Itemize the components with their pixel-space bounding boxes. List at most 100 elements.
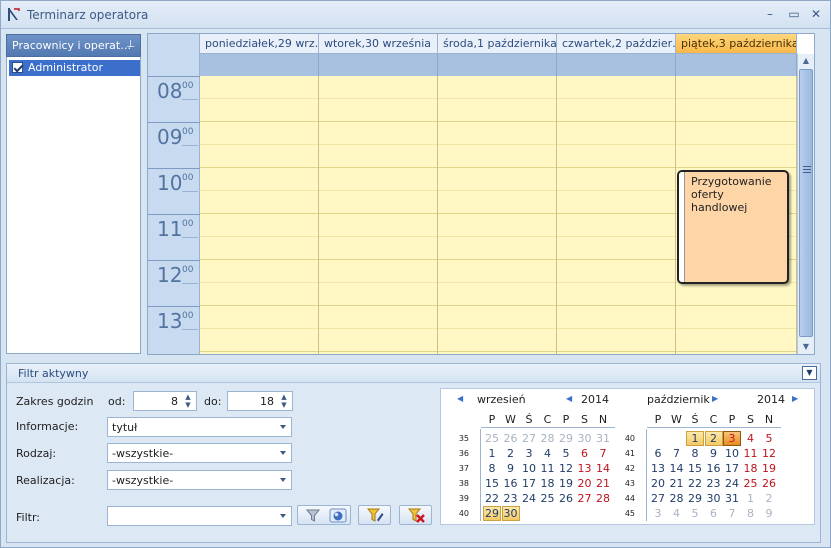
calendar-day[interactable]: 6 xyxy=(576,446,594,461)
time-slot[interactable] xyxy=(557,122,675,145)
calendar-day[interactable]: 3 xyxy=(520,446,538,461)
chevron-down-icon[interactable] xyxy=(280,514,286,518)
calendar-day[interactable]: 7 xyxy=(594,446,612,461)
time-slot[interactable] xyxy=(557,76,675,99)
time-slot[interactable] xyxy=(200,168,318,191)
time-slot[interactable] xyxy=(319,306,437,329)
time-slot[interactable] xyxy=(676,283,796,306)
time-slot[interactable] xyxy=(438,191,556,214)
type-select[interactable]: -wszystkie- xyxy=(107,443,292,463)
calendar-day[interactable]: 17 xyxy=(520,476,538,491)
close-icon[interactable]: ✕ xyxy=(807,6,825,22)
chevron-down-icon[interactable] xyxy=(280,425,286,429)
day-column[interactable] xyxy=(557,76,676,354)
collapse-icon[interactable]: ▼ xyxy=(802,366,817,380)
calendar-day[interactable]: 29 xyxy=(686,491,704,506)
day-column[interactable] xyxy=(200,76,319,354)
prev-month-icon[interactable]: ◀ xyxy=(457,394,463,403)
calendar-day[interactable]: 27 xyxy=(649,491,667,506)
calendar-day[interactable]: 28 xyxy=(539,431,557,446)
calendar-day[interactable]: 9 xyxy=(502,461,520,476)
day-header[interactable]: środa,1 października xyxy=(438,34,557,54)
calendar-day[interactable]: 10 xyxy=(520,461,538,476)
scroll-up-icon[interactable]: ▲ xyxy=(798,54,814,68)
time-slot[interactable] xyxy=(557,329,675,352)
calendar-day[interactable]: 18 xyxy=(539,476,557,491)
time-slot[interactable] xyxy=(319,214,437,237)
time-slot[interactable] xyxy=(200,191,318,214)
time-slot[interactable] xyxy=(676,122,796,145)
calendar-day[interactable]: 23 xyxy=(502,491,520,506)
calendar-day[interactable]: 24 xyxy=(723,476,741,491)
filter-options-button[interactable] xyxy=(297,505,351,525)
calendar-day[interactable]: 5 xyxy=(557,446,575,461)
calendar-day[interactable]: 16 xyxy=(705,461,723,476)
time-slot[interactable] xyxy=(319,283,437,306)
chevron-down-icon[interactable] xyxy=(280,451,286,455)
calendar-day[interactable]: 13 xyxy=(576,461,594,476)
all-day-cell[interactable] xyxy=(557,54,676,76)
calendar-day[interactable]: 21 xyxy=(668,476,686,491)
calendar-day[interactable]: 22 xyxy=(686,476,704,491)
time-slot[interactable] xyxy=(557,99,675,122)
day-header[interactable]: piątek,3 października xyxy=(676,34,797,54)
operator-item[interactable]: Administrator xyxy=(9,60,140,76)
day-header[interactable]: poniedziałek,29 wrz… xyxy=(200,34,319,54)
calendar-day[interactable]: 1 xyxy=(686,431,704,446)
calendar-day[interactable]: 8 xyxy=(742,506,760,521)
time-slot[interactable] xyxy=(557,283,675,306)
filter-select[interactable] xyxy=(107,506,292,526)
calendar-day[interactable]: 29 xyxy=(483,506,501,521)
time-slot[interactable] xyxy=(438,283,556,306)
time-slot[interactable] xyxy=(438,329,556,352)
stepper-arrows-icon[interactable]: ▲ ▼ xyxy=(278,393,290,409)
time-slot[interactable] xyxy=(438,306,556,329)
time-slot[interactable] xyxy=(200,145,318,168)
next-year-icon[interactable]: ▶ xyxy=(792,394,798,403)
time-slot[interactable] xyxy=(319,99,437,122)
time-slot[interactable] xyxy=(557,145,675,168)
calendar-day[interactable]: 7 xyxy=(668,446,686,461)
calendar-day[interactable]: 20 xyxy=(649,476,667,491)
time-slot[interactable] xyxy=(200,99,318,122)
realization-select[interactable]: -wszystkie- xyxy=(107,470,292,490)
scheduler-scrollbar[interactable]: ▲ ▼ xyxy=(797,54,814,354)
calendar-day[interactable]: 18 xyxy=(742,461,760,476)
stepper-arrows-icon[interactable]: ▲ ▼ xyxy=(182,393,194,409)
hour-to-stepper[interactable]: 18 ▲ ▼ xyxy=(227,391,293,411)
time-slot[interactable] xyxy=(676,306,796,329)
calendar-day[interactable]: 14 xyxy=(594,461,612,476)
day-header[interactable]: wtorek,30 września xyxy=(319,34,438,54)
time-slot[interactable] xyxy=(676,329,796,352)
calendar-day[interactable]: 3 xyxy=(649,506,667,521)
time-slot[interactable] xyxy=(319,168,437,191)
time-slot[interactable] xyxy=(200,76,318,99)
minimize-icon[interactable]: – xyxy=(761,6,779,22)
calendar-day[interactable]: 17 xyxy=(723,461,741,476)
maximize-icon[interactable]: ▭ xyxy=(785,6,803,22)
calendar-day[interactable]: 31 xyxy=(723,491,741,506)
calendar-day[interactable]: 26 xyxy=(502,431,520,446)
time-slot[interactable] xyxy=(557,260,675,283)
calendar-day[interactable]: 10 xyxy=(723,446,741,461)
time-slot[interactable] xyxy=(319,76,437,99)
calendar-day[interactable]: 4 xyxy=(742,431,760,446)
calendar-day[interactable]: 27 xyxy=(576,491,594,506)
calendar-day[interactable]: 11 xyxy=(539,461,557,476)
calendar-day[interactable]: 19 xyxy=(557,476,575,491)
time-slot[interactable] xyxy=(319,191,437,214)
time-slot[interactable] xyxy=(438,214,556,237)
calendar-day[interactable]: 4 xyxy=(539,446,557,461)
calendar-day[interactable]: 28 xyxy=(668,491,686,506)
calendar-day[interactable]: 2 xyxy=(502,446,520,461)
calendar-day[interactable]: 5 xyxy=(760,431,778,446)
calendar-day[interactable]: 12 xyxy=(557,461,575,476)
time-slot[interactable] xyxy=(319,329,437,352)
time-slot[interactable] xyxy=(438,260,556,283)
time-slot[interactable] xyxy=(319,260,437,283)
hour-from-stepper[interactable]: 8 ▲ ▼ xyxy=(133,391,197,411)
calendar-day[interactable]: 15 xyxy=(686,461,704,476)
pin-icon[interactable]: ⊥ xyxy=(126,39,135,50)
calendar-day[interactable]: 25 xyxy=(742,476,760,491)
time-slot[interactable] xyxy=(200,214,318,237)
